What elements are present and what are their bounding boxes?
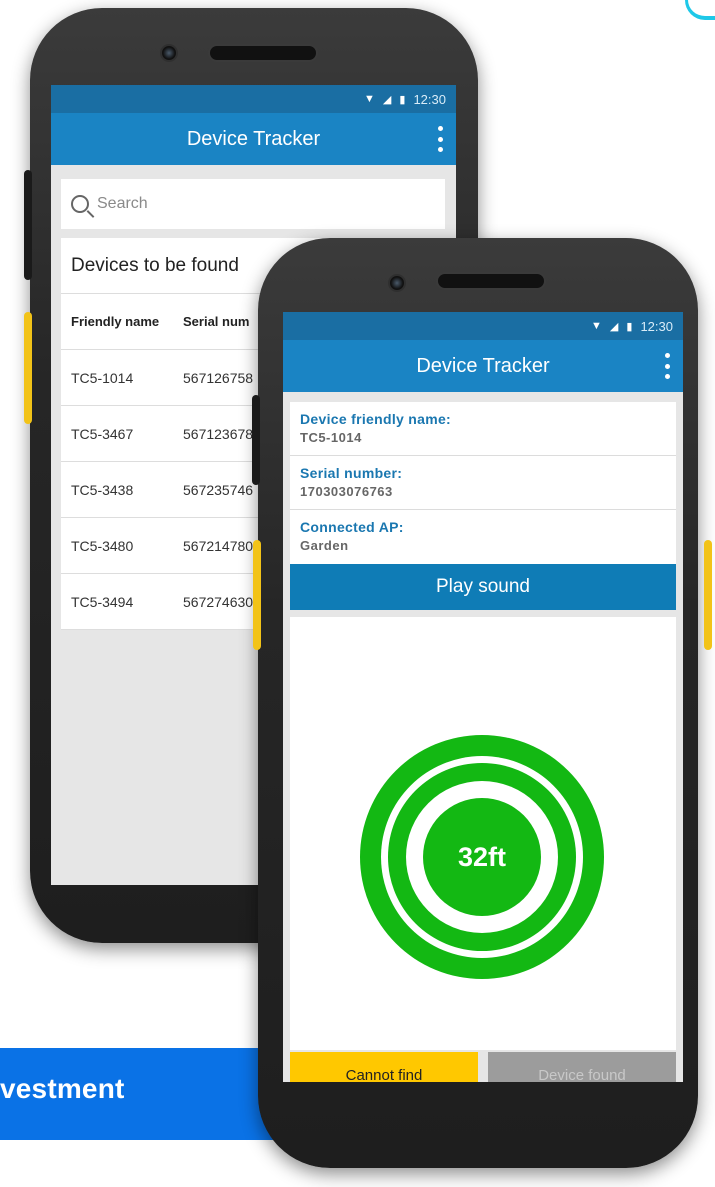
app-bar: Device Tracker — [283, 340, 683, 392]
corner-accent — [685, 0, 715, 20]
device-found-button[interactable]: Device found — [488, 1052, 676, 1082]
camera-icon — [160, 44, 178, 62]
row-serial: 567214780 — [183, 537, 254, 554]
connected-ap-row: Connected AP: Garden — [290, 510, 676, 564]
wifi-icon: ▼ — [591, 320, 602, 332]
distance-readout: 32ft — [423, 798, 541, 916]
search-input[interactable]: Search — [61, 179, 445, 229]
status-bar: ▼ ◢ ▮ 12:30 — [283, 312, 683, 340]
column-header-friendly-name: Friendly name — [71, 314, 160, 329]
connected-ap-label: Connected AP: — [300, 519, 404, 535]
row-serial: 567235746 — [183, 481, 254, 498]
serial-number-label: Serial number: — [300, 465, 403, 481]
row-friendly-name: TC5-3494 — [71, 593, 134, 610]
cannot-find-button[interactable]: Cannot find — [290, 1052, 478, 1082]
row-serial: 567274630 — [183, 593, 254, 610]
wifi-icon: ▼ — [364, 93, 375, 105]
status-time: 12:30 — [640, 318, 673, 334]
overflow-menu-icon[interactable] — [663, 353, 671, 379]
row-serial: 567123678 — [183, 425, 254, 442]
play-sound-button[interactable]: Play sound — [290, 564, 676, 610]
row-friendly-name: TC5-3438 — [71, 481, 134, 498]
row-serial: 567126758 — [183, 369, 254, 386]
scan-button — [253, 540, 261, 650]
speaker-grille — [208, 44, 318, 62]
front-screen: ▼ ◢ ▮ 12:30 Device Tracker Device friend… — [283, 312, 683, 1082]
serial-number-row: Serial number: 170303076763 — [290, 456, 676, 510]
serial-number-value: 170303076763 — [300, 484, 393, 499]
scan-button-right — [704, 540, 712, 650]
scan-button — [24, 312, 32, 424]
camera-icon — [388, 274, 406, 292]
battery-icon: ▮ — [399, 93, 406, 106]
search-icon — [71, 195, 89, 213]
radar-outer-ring: 32ft — [360, 735, 604, 979]
connected-ap-value: Garden — [300, 538, 349, 553]
row-friendly-name: TC5-3467 — [71, 425, 134, 442]
overflow-menu-icon[interactable] — [436, 126, 444, 152]
friendly-name-row: Device friendly name: TC5-1014 — [290, 402, 676, 456]
column-header-serial: Serial num — [183, 314, 250, 329]
status-time: 12:30 — [413, 91, 446, 107]
battery-icon: ▮ — [626, 320, 633, 333]
search-placeholder: Search — [97, 195, 148, 212]
action-buttons: Cannot find Device found — [290, 1052, 676, 1082]
speaker-grille — [436, 272, 546, 290]
proximity-radar: 32ft — [290, 617, 676, 1050]
app-title: Device Tracker — [186, 127, 321, 150]
signal-icon: ◢ — [382, 93, 392, 106]
row-friendly-name: TC5-1014 — [71, 369, 134, 386]
status-bar: ▼ ◢ ▮ 12:30 — [51, 85, 456, 113]
side-button — [252, 395, 260, 485]
app-title: Device Tracker — [416, 354, 550, 377]
row-friendly-name: TC5-3480 — [71, 537, 134, 554]
device-info-card: Device friendly name: TC5-1014 Serial nu… — [290, 402, 676, 564]
friendly-name-value: TC5-1014 — [300, 430, 362, 445]
signal-icon: ◢ — [609, 320, 619, 333]
banner-text: vestment — [0, 1073, 125, 1104]
friendly-name-label: Device friendly name: — [300, 411, 452, 427]
app-bar: Device Tracker — [51, 113, 456, 165]
side-button — [24, 170, 32, 280]
